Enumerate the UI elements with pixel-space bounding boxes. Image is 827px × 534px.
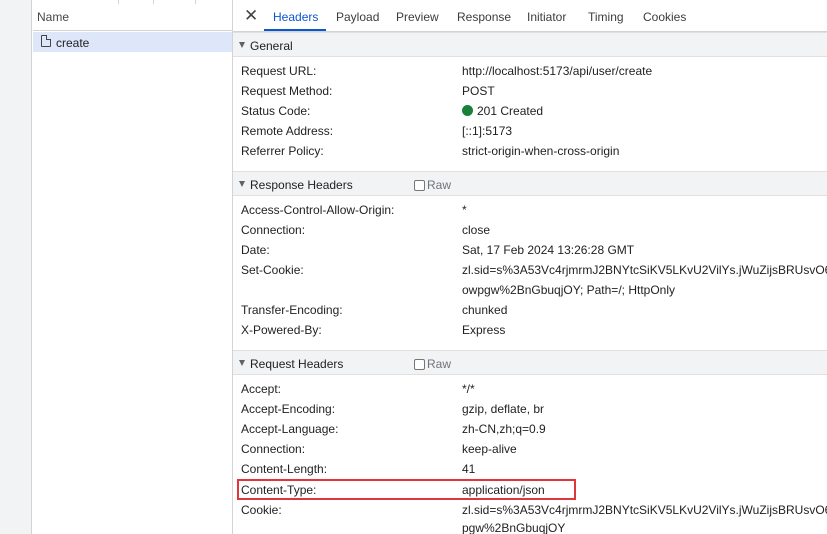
request-row-create[interactable]: create: [33, 32, 232, 52]
header-value: pgw%2BnGbuqjOY: [462, 521, 566, 534]
header-key: Status Code:: [241, 104, 311, 118]
collapse-triangle-icon: [239, 181, 245, 187]
raw-label: Raw: [427, 357, 452, 371]
raw-label: Raw: [427, 178, 452, 192]
header-row: Transfer-Encoding: chunked: [241, 300, 827, 320]
header-row: Content-Length: 41: [241, 459, 827, 479]
section-title: Response Headers: [250, 178, 353, 192]
status-value: 201 Created: [462, 104, 543, 118]
header-key: Access-Control-Allow-Origin:: [241, 203, 395, 217]
header-value: zl.sid=s%3A53Vc4rjmrmJ2BNYtcSiKV5LKvU2Vi…: [462, 503, 827, 517]
header-key: Request URL:: [241, 64, 317, 78]
raw-checkbox[interactable]: [414, 179, 425, 191]
header-row: Accept: */*: [241, 379, 827, 399]
section-title: Request Headers: [250, 357, 344, 371]
column-divider: [153, 0, 154, 4]
tab-response[interactable]: Response: [457, 10, 511, 24]
headers-panel: ✕ Headers Payload Preview Response Initi…: [233, 0, 827, 534]
name-column-label: Name: [37, 10, 70, 24]
header-key: Connection:: [241, 223, 306, 237]
header-value: gzip, deflate, br: [462, 402, 545, 416]
request-headers-section-header[interactable]: Request Headers Raw: [233, 350, 827, 375]
response-headers-section-header[interactable]: Response Headers Raw: [233, 171, 827, 196]
header-row: Referrer Policy: strict-origin-when-cros…: [241, 141, 827, 161]
header-value: */*: [462, 382, 475, 396]
header-row: Connection: close: [241, 220, 827, 240]
header-row: Accept-Language: zh-CN,zh;q=0.9: [241, 419, 827, 439]
column-divider: [118, 0, 119, 4]
header-row: Set-Cookie: zl.sid=s%3A53Vc4rjmrmJ2BNYtc…: [241, 260, 827, 280]
header-value: http://localhost:5173/api/user/create: [462, 64, 653, 78]
header-value: [::1]:5173: [462, 124, 513, 138]
tab-payload[interactable]: Payload: [336, 10, 379, 24]
requests-pane: Name create: [0, 0, 233, 534]
header-row: Accept-Encoding: gzip, deflate, br: [241, 399, 827, 419]
header-value: zh-CN,zh;q=0.9: [462, 422, 546, 436]
header-key: Set-Cookie:: [241, 263, 304, 277]
header-key: Request Method:: [241, 84, 333, 98]
header-value: close: [462, 223, 491, 237]
header-row-continuation: owpgw%2BnGbuqjOY; Path=/; HttpOnly: [241, 280, 827, 300]
tab-initiator[interactable]: Initiator: [527, 10, 566, 24]
header-key: Content-Length:: [241, 462, 328, 476]
column-divider: [195, 0, 196, 4]
tab-headers[interactable]: Headers: [273, 10, 318, 24]
raw-toggle[interactable]: Raw: [414, 178, 451, 192]
header-key: Cookie:: [241, 503, 282, 517]
tab-timing[interactable]: Timing: [588, 10, 624, 24]
header-key: X-Powered-By:: [241, 323, 322, 337]
header-row: Request Method: POST: [241, 81, 827, 101]
header-key: Accept-Encoding:: [241, 402, 336, 416]
close-icon[interactable]: ✕: [244, 7, 258, 24]
header-key: Connection:: [241, 442, 306, 456]
request-name: create: [56, 36, 90, 50]
status-text: 201 Created: [477, 104, 544, 118]
header-row-continuation: pgw%2BnGbuqjOY: [241, 518, 827, 534]
document-icon: [41, 35, 51, 47]
header-value: owpgw%2BnGbuqjOY; Path=/; HttpOnly: [462, 283, 675, 297]
header-row: Request URL: http://localhost:5173/api/u…: [241, 61, 827, 81]
header-key: Date:: [241, 243, 270, 257]
name-column-header[interactable]: Name: [33, 0, 233, 31]
raw-toggle[interactable]: Raw: [414, 357, 451, 371]
general-section-header[interactable]: General: [233, 32, 827, 57]
header-key: Remote Address:: [241, 124, 334, 138]
active-tab-indicator: [264, 29, 326, 31]
header-value: zl.sid=s%3A53Vc4rjmrmJ2BNYtcSiKV5LKvU2Vi…: [462, 263, 827, 277]
header-value: chunked: [462, 303, 508, 317]
header-row: Date: Sat, 17 Feb 2024 13:26:28 GMT: [241, 240, 827, 260]
header-row: Remote Address: [::1]:5173: [241, 121, 827, 141]
header-key: Transfer-Encoding:: [241, 303, 343, 317]
tab-bar: ✕ Headers Payload Preview Response Initi…: [233, 0, 827, 32]
header-value: Express: [462, 323, 506, 337]
header-value: strict-origin-when-cross-origin: [462, 144, 620, 158]
header-row: Cookie: zl.sid=s%3A53Vc4rjmrmJ2BNYtcSiKV…: [241, 500, 827, 520]
header-row: Connection: keep-alive: [241, 439, 827, 459]
collapse-triangle-icon: [239, 42, 245, 48]
header-key: Referrer Policy:: [241, 144, 324, 158]
left-gutter: [0, 0, 32, 534]
highlight-annotation: [237, 479, 576, 500]
header-key: Accept-Language:: [241, 422, 339, 436]
header-value: Sat, 17 Feb 2024 13:26:28 GMT: [462, 243, 635, 257]
header-value: 41: [462, 462, 476, 476]
collapse-triangle-icon: [239, 360, 245, 366]
section-title: General: [250, 39, 293, 53]
status-dot-icon: [462, 105, 473, 116]
header-row: X-Powered-By: Express: [241, 320, 827, 340]
tab-preview[interactable]: Preview: [396, 10, 439, 24]
tab-cookies[interactable]: Cookies: [643, 10, 686, 24]
raw-checkbox[interactable]: [414, 358, 425, 370]
header-value: keep-alive: [462, 442, 517, 456]
header-value: *: [462, 203, 467, 217]
header-key: Accept:: [241, 382, 282, 396]
header-value: POST: [462, 84, 495, 98]
header-row: Access-Control-Allow-Origin: *: [241, 200, 827, 220]
header-row: Status Code: 201 Created: [241, 101, 827, 121]
